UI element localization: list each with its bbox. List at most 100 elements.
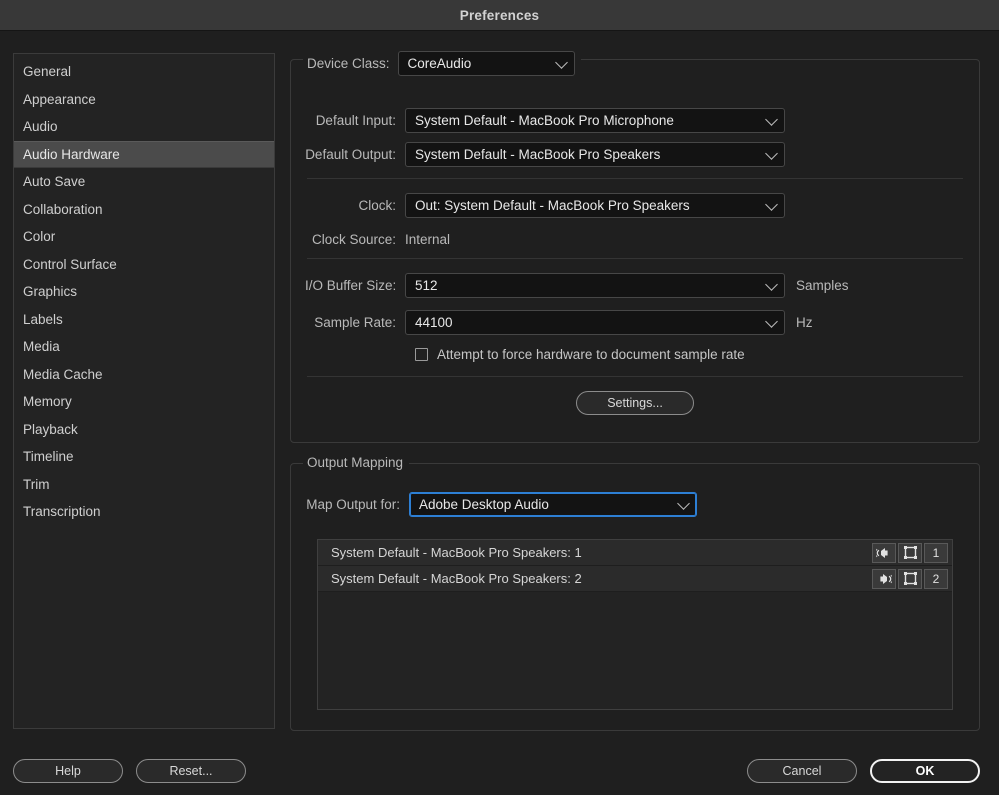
sidebar-item-transcription[interactable]: Transcription <box>14 498 274 526</box>
sidebar-item-label: Playback <box>23 421 78 437</box>
sidebar-item-audio[interactable]: Audio <box>14 113 274 141</box>
sidebar-item-general[interactable]: General <box>14 58 274 86</box>
sidebar-item-label: Timeline <box>23 449 74 465</box>
output-mapping-label: Output Mapping <box>307 455 404 470</box>
sample-rate-label: Sample Rate: <box>314 315 396 330</box>
table-row[interactable]: System Default - MacBook Pro Speakers: 1 <box>318 540 952 566</box>
reset-button[interactable]: Reset... <box>136 759 246 783</box>
map-output-for-select[interactable]: Adobe Desktop Audio <box>409 492 697 517</box>
chevron-down-icon <box>677 496 690 510</box>
sidebar-container: General Appearance Audio Audio Hardware … <box>0 31 277 747</box>
device-class-legend: Device Class: CoreAudio <box>303 51 581 76</box>
dialog-footer: Help Reset... Cancel OK <box>0 747 999 795</box>
sidebar-item-label: Audio <box>23 119 58 135</box>
clock-select[interactable]: Out: System Default - MacBook Pro Speake… <box>405 193 785 218</box>
default-input-row: Default Input: System Default - MacBook … <box>305 108 965 133</box>
speaker-right-icon[interactable] <box>872 568 896 589</box>
sidebar-item-label: Auto Save <box>23 174 86 190</box>
ok-button[interactable]: OK <box>870 759 980 783</box>
divider-1 <box>307 178 963 179</box>
sidebar-item-label: Labels <box>23 311 63 327</box>
device-class-group: Device Class: CoreAudio Default Input: S… <box>290 51 980 443</box>
clock-source-label: Clock Source: <box>311 232 396 247</box>
output-channel-name: System Default - MacBook Pro Speakers: 1 <box>331 545 582 560</box>
channel-number-cell[interactable]: 2 <box>924 568 948 589</box>
sidebar-item-label: Media Cache <box>23 366 103 382</box>
channel-bracket-icon[interactable] <box>898 542 922 563</box>
sidebar-item-labels[interactable]: Labels <box>14 306 274 334</box>
dialog-body: General Appearance Audio Audio Hardware … <box>0 31 999 747</box>
device-class-label: Device Class: <box>307 56 390 71</box>
chevron-down-icon <box>765 314 778 328</box>
default-output-select[interactable]: System Default - MacBook Pro Speakers <box>405 142 785 167</box>
divider-3 <box>307 376 963 377</box>
device-class-select[interactable]: CoreAudio <box>397 51 575 76</box>
io-buffer-size-select[interactable]: 512 <box>405 273 785 298</box>
sidebar-item-audio-hardware[interactable]: Audio Hardware <box>14 140 274 168</box>
sample-rate-unit: Hz <box>796 315 813 330</box>
sidebar-item-label: General <box>23 64 72 80</box>
sidebar-item-label: Appearance <box>23 91 96 107</box>
default-input-value: System Default - MacBook Pro Microphone <box>415 113 674 128</box>
io-buffer-size-label: I/O Buffer Size: <box>305 278 397 293</box>
settings-button[interactable]: Settings... <box>576 391 694 415</box>
output-mapping-group: Output Mapping Map Output for: Adobe Des… <box>290 455 980 731</box>
output-channel-name: System Default - MacBook Pro Speakers: 2 <box>331 571 582 586</box>
audio-hardware-panel: Device Class: CoreAudio Default Input: S… <box>277 31 999 747</box>
speaker-left-icon[interactable] <box>872 542 896 563</box>
sample-rate-select[interactable]: 44100 <box>405 310 785 335</box>
io-buffer-size-unit: Samples <box>796 278 849 293</box>
sidebar-item-playback[interactable]: Playback <box>14 416 274 444</box>
sidebar-item-label: Collaboration <box>23 201 103 217</box>
channel-bracket-icon[interactable] <box>898 568 922 589</box>
sidebar-item-label: Color <box>23 229 56 245</box>
clock-label: Clock: <box>358 198 396 213</box>
output-channel-list[interactable]: System Default - MacBook Pro Speakers: 1 <box>317 539 953 710</box>
sidebar-item-label: Audio Hardware <box>23 146 120 162</box>
sidebar-item-label: Trim <box>23 476 50 492</box>
window-title: Preferences <box>459 7 540 23</box>
settings-button-row: Settings... <box>305 391 965 415</box>
sidebar-item-label: Memory <box>23 394 72 410</box>
sidebar-item-appearance[interactable]: Appearance <box>14 86 274 114</box>
preferences-category-list[interactable]: General Appearance Audio Audio Hardware … <box>13 53 275 729</box>
divider-2 <box>307 258 963 259</box>
sample-rate-row: Sample Rate: 44100 Hz <box>305 310 965 335</box>
sidebar-item-trim[interactable]: Trim <box>14 471 274 499</box>
sidebar-item-media[interactable]: Media <box>14 333 274 361</box>
sidebar-item-control-surface[interactable]: Control Surface <box>14 251 274 279</box>
table-row[interactable]: System Default - MacBook Pro Speakers: 2 <box>318 566 952 592</box>
force-hardware-sample-rate-checkbox[interactable] <box>415 348 428 361</box>
sidebar-item-auto-save[interactable]: Auto Save <box>14 168 274 196</box>
default-output-label: Default Output: <box>305 147 396 162</box>
map-output-for-label: Map Output for: <box>306 497 400 512</box>
footer-right-buttons: Cancel OK <box>747 759 980 783</box>
sidebar-item-label: Transcription <box>23 504 101 520</box>
sidebar-item-label: Media <box>23 339 60 355</box>
sidebar-item-timeline[interactable]: Timeline <box>14 443 274 471</box>
map-output-for-value: Adobe Desktop Audio <box>419 497 549 512</box>
sidebar-item-media-cache[interactable]: Media Cache <box>14 361 274 389</box>
clock-source-value: Internal <box>405 232 451 247</box>
footer-left-buttons: Help Reset... <box>13 759 246 783</box>
sidebar-item-collaboration[interactable]: Collaboration <box>14 196 274 224</box>
sidebar-item-label: Graphics <box>23 284 78 300</box>
sidebar-item-graphics[interactable]: Graphics <box>14 278 274 306</box>
chevron-down-icon <box>554 55 568 69</box>
sidebar-item-color[interactable]: Color <box>14 223 274 251</box>
output-mapping-legend: Output Mapping <box>303 455 410 470</box>
preferences-dialog: General Appearance Audio Audio Hardware … <box>0 31 999 795</box>
device-class-value: CoreAudio <box>407 56 472 71</box>
io-buffer-size-value: 512 <box>415 278 438 293</box>
clock-source-row: Clock Source: Internal <box>305 232 965 247</box>
channel-number-cell[interactable]: 1 <box>924 542 948 563</box>
default-output-value: System Default - MacBook Pro Speakers <box>415 147 661 162</box>
sidebar-item-label: Control Surface <box>23 256 117 272</box>
default-input-select[interactable]: System Default - MacBook Pro Microphone <box>405 108 785 133</box>
sample-rate-value: 44100 <box>415 315 453 330</box>
default-output-row: Default Output: System Default - MacBook… <box>305 142 965 167</box>
help-button[interactable]: Help <box>13 759 123 783</box>
chevron-down-icon <box>765 197 778 211</box>
cancel-button[interactable]: Cancel <box>747 759 857 783</box>
sidebar-item-memory[interactable]: Memory <box>14 388 274 416</box>
